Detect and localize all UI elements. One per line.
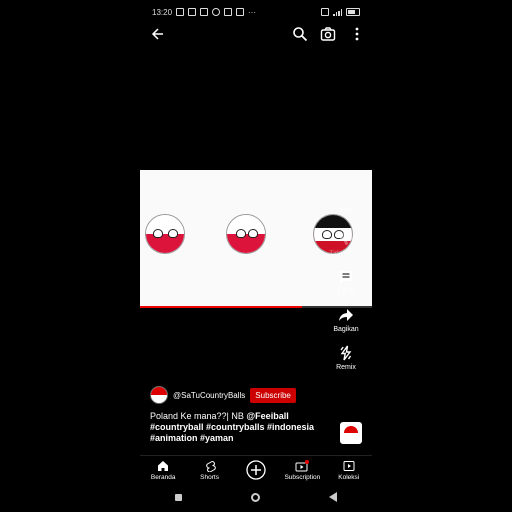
dislike-icon [340,233,353,245]
back-system-button[interactable] [329,492,338,502]
dislike-button[interactable]: Tidak suka [329,231,363,257]
battery-icon [346,8,360,16]
remix-icon [340,345,352,361]
message-icon [200,8,209,16]
app-notification-icon [236,8,245,16]
channel-avatar[interactable] [150,386,168,404]
remix-button[interactable]: Remix [336,345,356,371]
nav-subscriptions[interactable]: Subscription [279,456,325,481]
poland-countryball-left [145,214,185,254]
nav-library-label: Koleksi [338,474,360,481]
subscriptions-icon [295,460,310,472]
like-button[interactable] [338,200,354,219]
nav-shorts[interactable]: Shorts [187,456,233,481]
nav-home-label: Beranda [150,474,176,481]
subscribe-button[interactable]: Subscribe [250,387,296,403]
caption-hashtags-line2[interactable]: #animation #yaman [150,433,234,443]
notification-icon [188,8,197,16]
dislike-label: Tidak suka [329,250,363,257]
share-label: Bagikan [333,326,359,333]
nav-library[interactable]: Koleksi [326,456,372,481]
sound-thumbnail[interactable] [340,422,362,444]
more-options-icon[interactable] [349,26,365,42]
status-bar: 13:20 ··· [152,6,360,18]
nav-shorts-label: Shorts [200,474,219,481]
like-icon [340,202,353,214]
top-bar [140,24,372,44]
channel-name[interactable]: @SaTuCountryBalls [173,391,245,400]
system-navigation [140,488,372,506]
comment-button[interactable]: 1,2 rb [337,269,355,295]
alarm-icon [176,8,185,16]
channel-row: @SaTuCountryBalls Subscribe [150,386,296,404]
recent-apps-button[interactable] [174,493,182,501]
search-icon[interactable] [292,26,308,42]
bluetooth-icon [224,8,233,16]
library-icon [343,461,355,471]
video-progress-fill [140,306,303,308]
more-notifications: ··· [248,7,257,17]
camera-icon[interactable] [320,26,336,42]
bottom-navigation: Beranda Shorts Subscription Koleksi [140,455,372,484]
shorts-icon [205,461,216,472]
home-system-button[interactable] [250,492,260,502]
share-button[interactable]: Bagikan [333,307,359,333]
signal-icon [333,8,342,16]
side-actions: Tidak suka 1,2 rb Bagikan Remix [328,200,364,383]
whatsapp-icon [212,8,221,16]
caption-hashtags-line1[interactable]: #countryball #countryballs #indonesia [150,422,314,432]
share-icon [338,309,353,321]
remix-label: Remix [336,364,356,371]
back-arrow-icon[interactable] [150,26,166,42]
status-time: 13:20 [152,7,173,17]
video-caption[interactable]: Poland Ke mana??| NB @Feeiball #countryb… [150,411,320,444]
home-icon [158,461,169,471]
caption-text: Poland Ke mana??| NB [150,411,247,421]
poland-countryball-center [226,214,266,254]
nav-subscriptions-label: Subscription [284,474,321,481]
caption-mention[interactable]: @Feeiball [246,411,288,421]
nav-create[interactable] [233,456,279,482]
nfc-icon [321,8,329,16]
create-icon [246,460,266,480]
comment-count: 1,2 rb [337,288,355,295]
nav-home[interactable]: Beranda [140,456,186,481]
comment-icon [340,271,352,284]
shorts-screen: 13:20 ··· Tidak suka 1,2 rb Bagikan Remi… [140,0,372,512]
